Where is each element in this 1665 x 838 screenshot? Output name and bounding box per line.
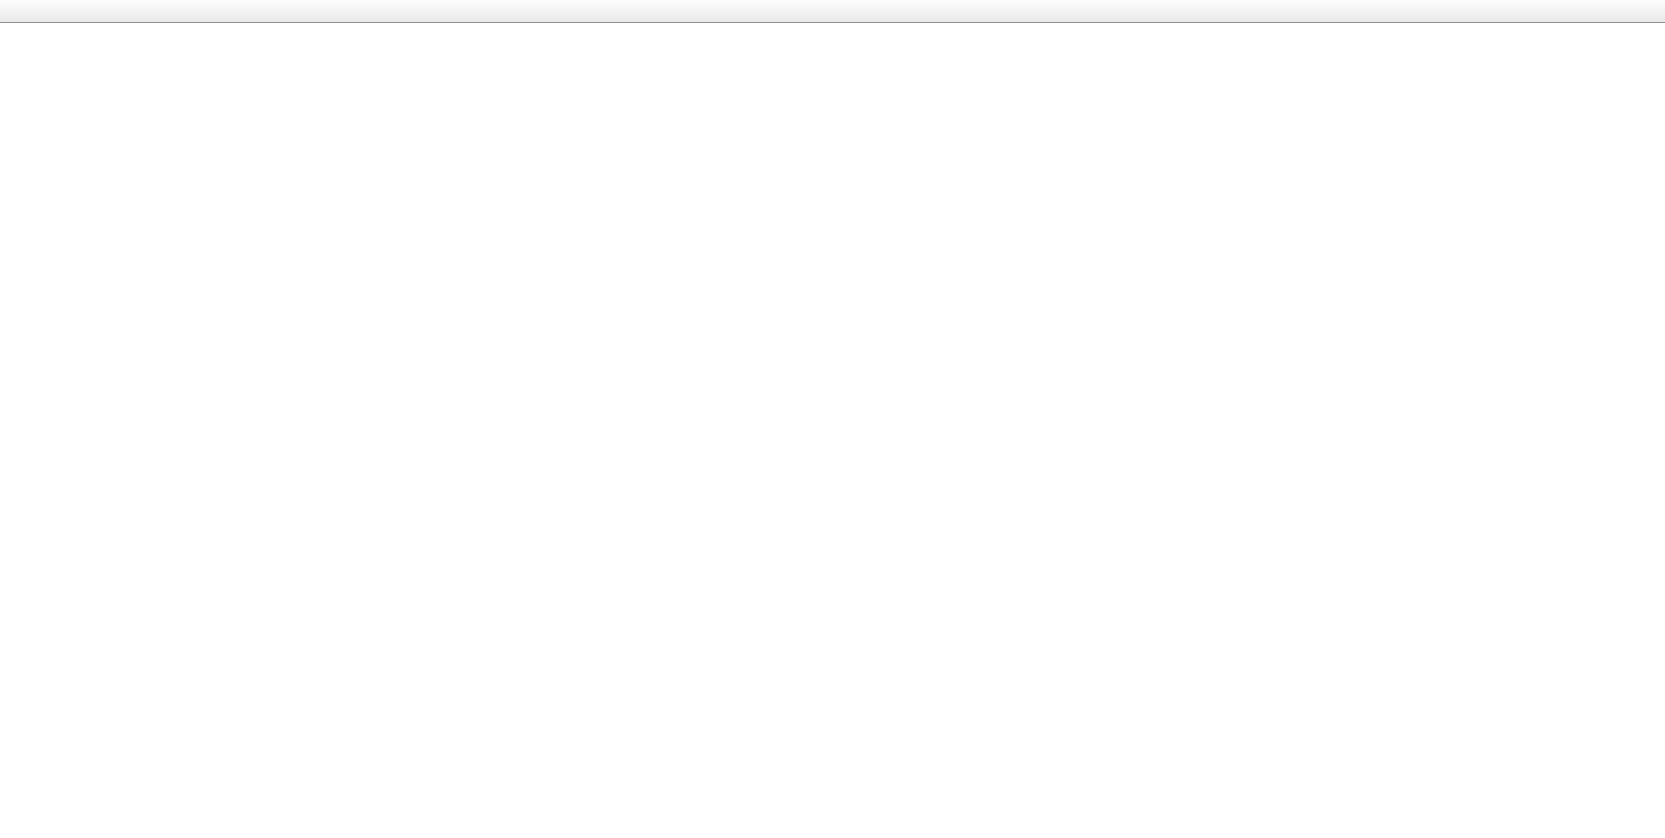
main-toolbar	[0, 0, 1665, 23]
chart-area[interactable]	[0, 23, 1665, 838]
